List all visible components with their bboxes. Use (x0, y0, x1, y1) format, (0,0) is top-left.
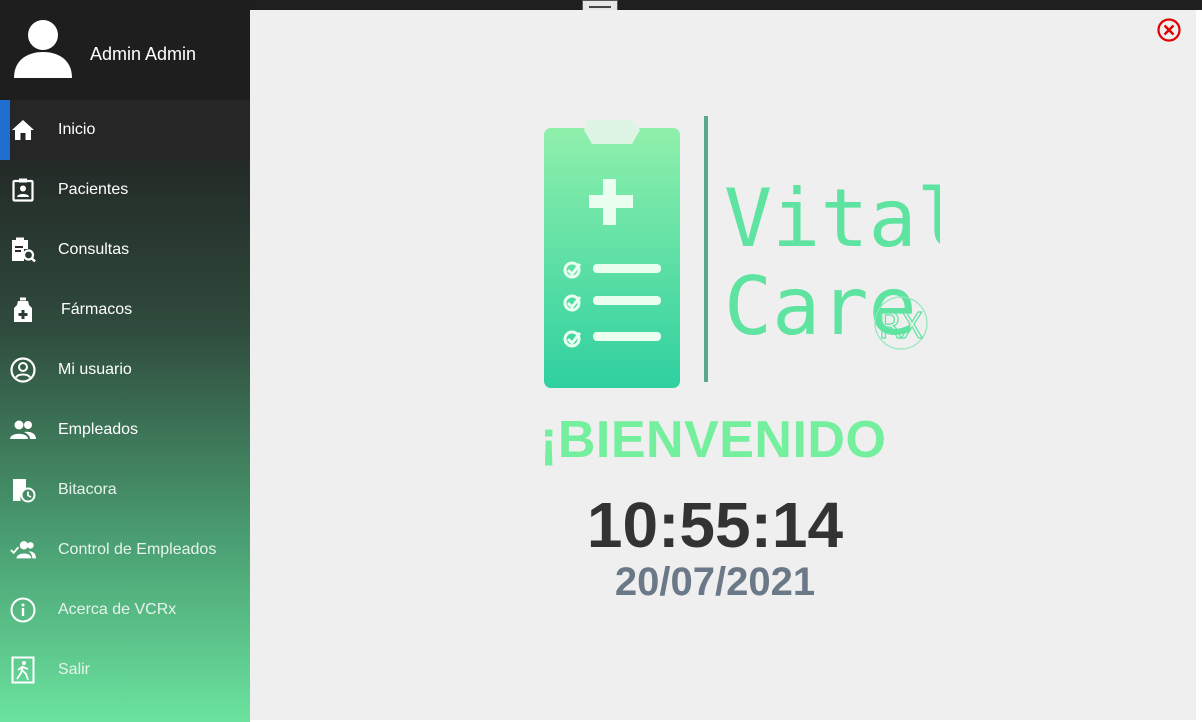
sidebar-item-label: Control de Empleados (58, 541, 217, 558)
clock-time: 10:55:14 (586, 489, 844, 561)
sidebar: Admin Admin Inicio Pacientes Consultas F… (0, 0, 250, 722)
vitalcare-logo: Vital Care RX (544, 116, 940, 388)
welcome-title: ¡BIENVENIDO (540, 411, 887, 469)
people-icon (10, 417, 36, 443)
exit-icon (10, 656, 36, 684)
clipboard-search-icon (10, 237, 36, 263)
sidebar-item-empleados[interactable]: Empleados (0, 400, 250, 460)
sidebar-item-consultas[interactable]: Consultas (0, 220, 250, 280)
sidebar-item-label: Salir (58, 661, 91, 678)
user-block: Admin Admin (0, 0, 250, 100)
sidebar-item-label: Mi usuario (58, 361, 132, 378)
patient-badge-icon (10, 177, 36, 203)
home-icon (10, 117, 36, 143)
sidebar-item-control-empleados[interactable]: Control de Empleados (0, 520, 250, 580)
info-icon (10, 597, 36, 623)
user-avatar-icon (14, 20, 72, 78)
top-bar (250, 0, 1202, 10)
sidebar-item-bitacora[interactable]: Bitacora (0, 460, 250, 520)
medicine-bottle-icon (10, 297, 36, 323)
sidebar-item-label: Acerca de VCRx (58, 601, 177, 618)
user-name: Admin Admin (90, 44, 197, 64)
sidebar-item-label: Fármacos (61, 301, 133, 318)
sidebar-item-inicio[interactable]: Inicio (0, 100, 250, 160)
sidebar-item-label: Consultas (58, 241, 130, 258)
people-control-icon (10, 537, 36, 563)
sidebar-item-salir[interactable]: Salir (0, 640, 250, 700)
sidebar-item-label: Pacientes (58, 181, 129, 198)
sidebar-item-mi-usuario[interactable]: Mi usuario (0, 340, 250, 400)
sidebar-item-label: Empleados (58, 421, 139, 438)
close-icon[interactable] (1157, 18, 1181, 42)
sidebar-item-label: Inicio (58, 121, 96, 138)
user-circle-icon (10, 357, 36, 383)
sidebar-item-label: Bitacora (58, 481, 117, 498)
sidebar-nav: Inicio Pacientes Consultas Fármacos Mi u… (0, 100, 250, 700)
clock-date: 20/07/2021 (614, 560, 816, 604)
sidebar-item-pacientes[interactable]: Pacientes (0, 160, 250, 220)
logo-badge-rx: RX (879, 306, 923, 347)
sidebar-item-farmacos[interactable]: Fármacos (0, 280, 250, 340)
sidebar-item-acerca[interactable]: Acerca de VCRx (0, 580, 250, 640)
log-clock-icon (10, 477, 36, 503)
logo-text-vital: Vital (724, 172, 940, 265)
window-edge (1196, 10, 1202, 722)
